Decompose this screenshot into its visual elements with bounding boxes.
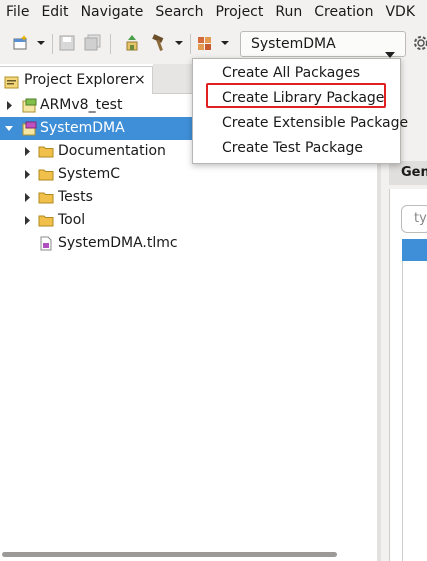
menu-item-create-extensible-package[interactable]: Create Extensible Package [222,115,408,131]
tab-project-explorer[interactable]: Project Explorer × [0,66,153,94]
divider-line [402,261,403,561]
folder-icon [38,213,54,228]
folder-icon [38,167,54,182]
hammer-icon[interactable] [150,34,168,52]
project-combo-value: SystemDMA [251,36,336,52]
menu-creation[interactable]: Creation [308,0,379,24]
chevron-down-icon[interactable] [220,34,230,52]
menu-item-create-test-package[interactable]: Create Test Package [222,140,363,156]
project-icon [22,121,37,136]
new-wizard-icon[interactable] [12,34,30,52]
tree-item-label: Tool [58,212,86,228]
horizontal-scrollbar[interactable] [2,552,337,557]
menu-search[interactable]: Search [149,0,209,24]
tree-item-tool[interactable]: Tool [0,209,381,232]
menu-item-create-all-packages[interactable]: Create All Packages [222,65,360,81]
section-header: Gen [389,161,427,185]
menu-run[interactable]: Run [269,0,308,24]
tree-item-label: SystemC [58,166,120,182]
build-all-icon[interactable] [124,34,142,52]
tree-item-systemc[interactable]: SystemC [0,163,381,186]
menu-vdk[interactable]: VDK [379,0,421,24]
toolbar-separator [190,34,191,54]
tab-label: Project Explorer [24,72,135,88]
tree-item-label: SystemDMA.tlmc [58,235,178,251]
chevron-down-icon[interactable] [36,34,46,52]
chevron-down-icon[interactable] [174,34,184,52]
selected-row[interactable] [402,239,427,261]
close-icon[interactable]: × [134,67,146,93]
menu-navigate[interactable]: Navigate [75,0,150,24]
search-input[interactable]: ty [401,205,427,233]
toolbar-separator [110,34,111,54]
toolbar-separator [52,34,53,54]
tree-item-systemdma-tlmc[interactable]: SystemDMA.tlmc [0,232,381,255]
tree-item-label: Tests [58,189,93,205]
package-icon[interactable] [196,34,214,52]
menu-bar: File Edit Navigate Search Project Run Cr… [0,0,427,24]
save-all-icon[interactable] [84,34,102,52]
highlight-box [206,83,386,108]
folder-icon [38,144,54,159]
menu-edit[interactable]: Edit [35,0,74,24]
package-dropdown-menu: Create All Packages Create Library Packa… [192,58,408,164]
gear-icon[interactable] [412,34,427,52]
menu-project[interactable]: Project [209,0,269,24]
save-icon[interactable] [58,34,76,52]
tree-item-label: ARMv8_test [40,97,123,113]
tree-item-label: SystemDMA [40,120,125,136]
tree-item-label: Documentation [58,143,166,159]
project-icon [22,98,37,113]
folder-icon [38,190,54,205]
file-icon [39,236,54,251]
tree-item-tests[interactable]: Tests [0,186,381,209]
project-combo[interactable]: SystemDMA [240,31,406,58]
menu-file[interactable]: File [0,0,35,24]
